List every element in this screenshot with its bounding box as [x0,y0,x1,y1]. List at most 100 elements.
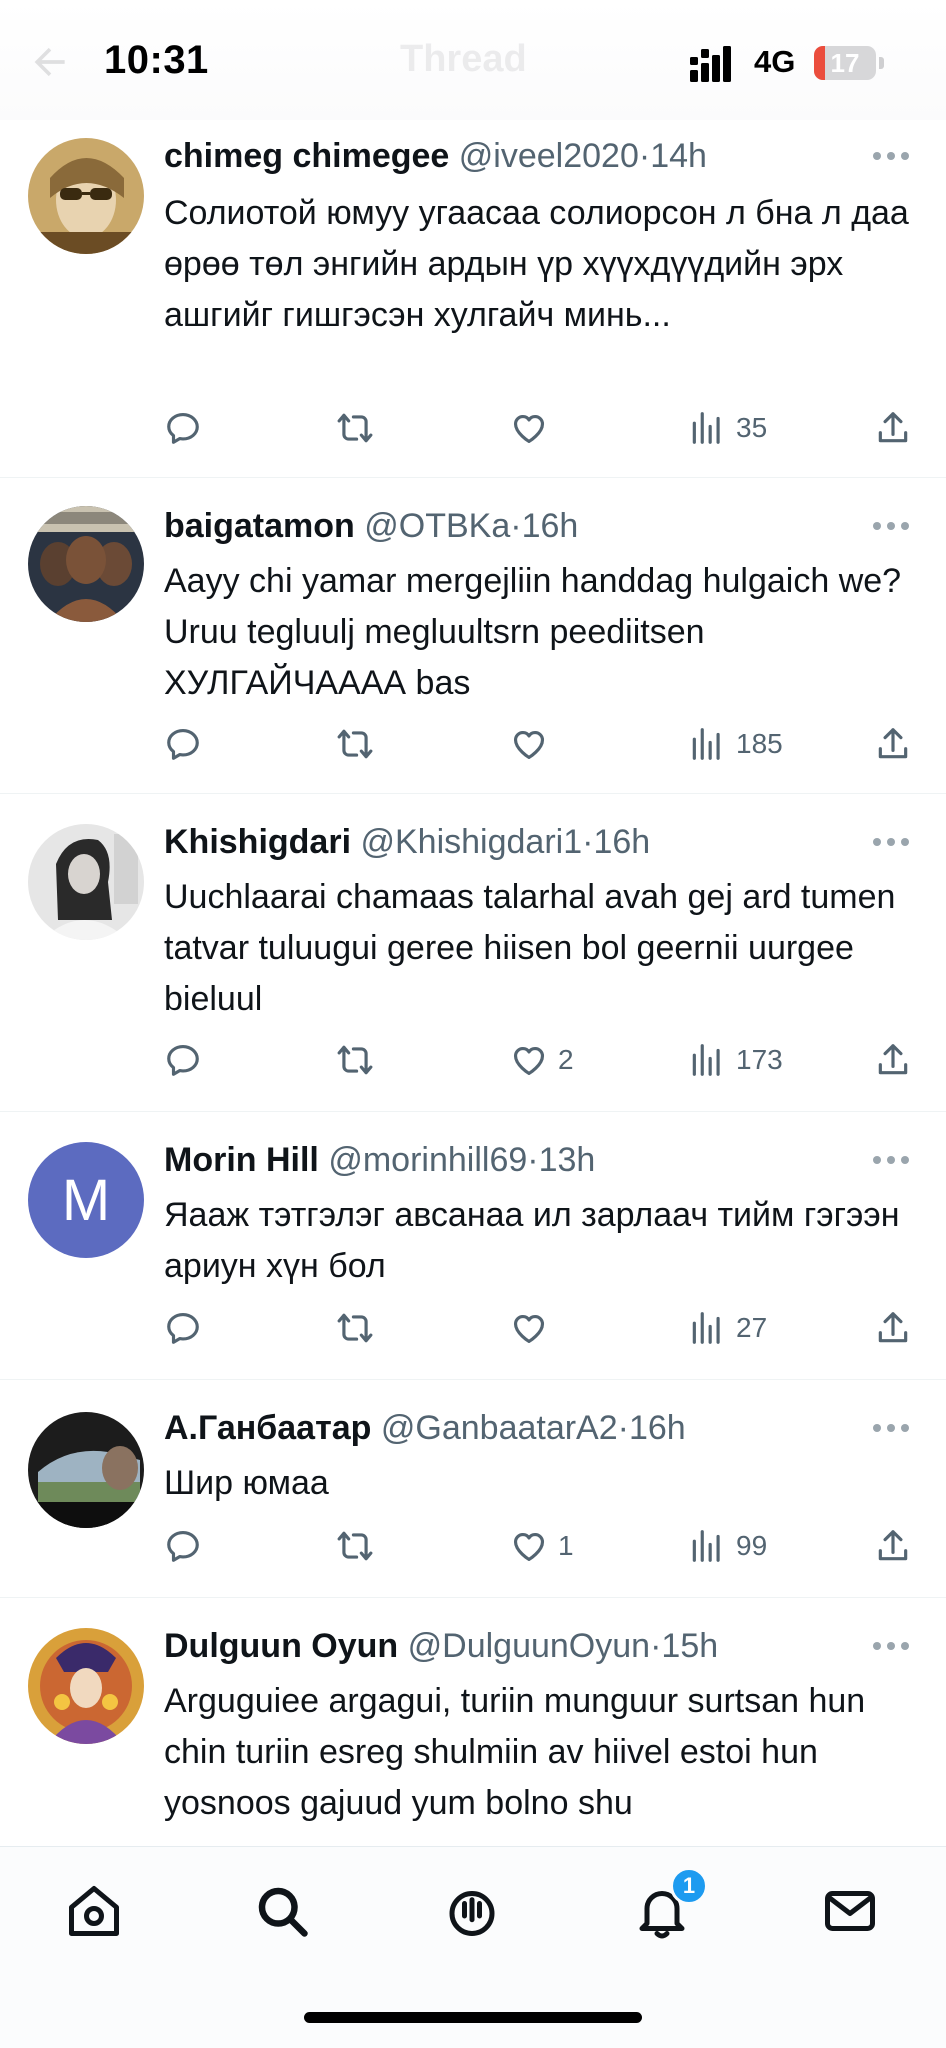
tab-messages[interactable] [820,1881,880,1941]
reply-icon [167,1044,199,1076]
more-options-icon[interactable] [872,1422,910,1434]
user-handle[interactable]: @OTBKa [364,507,510,545]
avatar[interactable] [28,824,144,940]
reply-item[interactable]: baigatamon @OTBKa·16h Aayy chi yamar mer… [0,478,946,794]
display-name[interactable]: Dulguun Oyun [164,1627,398,1665]
more-options-icon[interactable] [872,1640,910,1652]
views-button[interactable]: 35 [688,406,767,450]
network-type: 4G [754,44,796,79]
share-button[interactable] [874,1306,912,1350]
user-handle[interactable]: @DulguunOyun [408,1627,650,1665]
display-name[interactable]: А.Ганбаатар [164,1409,371,1447]
repost-button[interactable] [336,1524,384,1568]
separator: · [650,1627,662,1665]
user-handle[interactable]: @GanbaatarA2 [381,1409,618,1447]
user-handle[interactable]: @Khishigdari1 [360,823,582,861]
reply-button[interactable] [164,406,212,450]
views-button[interactable]: 173 [688,1038,783,1082]
like-button[interactable]: 1 [510,1524,574,1568]
reply-icon [167,1530,199,1562]
action-bar: 35 [164,406,946,450]
avatar[interactable]: M [28,1142,144,1258]
like-button[interactable]: 2 [510,1038,574,1082]
tab-spaces[interactable] [442,1881,502,1941]
views-icon [692,1312,720,1344]
timestamp[interactable]: 15h [661,1627,718,1665]
repost-icon [337,413,373,443]
share-button[interactable] [874,722,912,766]
tab-search[interactable] [252,1881,312,1941]
more-options-icon[interactable] [872,1154,910,1166]
avatar[interactable] [28,1412,144,1528]
reply-button[interactable] [164,1306,212,1350]
timestamp[interactable]: 13h [539,1141,596,1179]
reply-button[interactable] [164,1524,212,1568]
reply-header: chimeg chimegee @iveel2020·14h [164,136,866,176]
home-icon [69,1886,119,1936]
repost-button[interactable] [336,1306,384,1350]
reply-item[interactable]: Dulguun Oyun @DulguunOyun·15h Arguguiee … [0,1598,946,1858]
timestamp[interactable]: 16h [629,1409,686,1447]
avatar[interactable] [28,506,144,622]
display-name[interactable]: Morin Hill [164,1141,319,1179]
user-handle[interactable]: @iveel2020 [459,137,639,175]
repost-icon [337,1531,373,1561]
share-icon [878,1044,908,1075]
more-options-icon[interactable] [872,836,910,848]
messages-icon [825,1891,875,1931]
avatar[interactable] [28,138,144,254]
reply-item[interactable]: chimeg chimegee @iveel2020·14h Солиотой … [0,120,946,478]
back-arrow-icon[interactable] [28,40,72,84]
reply-icon [167,412,199,444]
car-window-landscape-icon [28,1412,144,1528]
screen: Thread 10:31 4G 17 chimeg chimegee @ivee… [0,0,946,2048]
view-count: 99 [736,1530,768,1561]
reply-text: Arguguiee argagui, turiin munguur surtsa… [164,1682,866,1822]
display-name[interactable]: Khishigdari [164,823,351,861]
repost-button[interactable] [336,406,384,450]
display-name[interactable]: baigatamon [164,507,355,545]
more-options-icon[interactable] [872,150,910,162]
views-button[interactable]: 99 [688,1524,767,1568]
reply-item[interactable]: M Morin Hill @morinhill69·13h Яааж тэтгэ… [0,1112,946,1380]
heart-icon [513,1533,545,1562]
user-handle[interactable]: @morinhill69 [328,1141,527,1179]
share-icon [878,1530,908,1561]
notification-badge: 1 [670,1867,708,1905]
reply-header: Dulguun Oyun @DulguunOyun·15h [164,1626,866,1666]
repost-button[interactable] [336,722,384,766]
views-icon [692,728,720,760]
action-bar: 185 [164,722,946,766]
like-button[interactable] [510,406,558,450]
reply-item[interactable]: Khishigdari @Khishigdari1·16h Uuchlaarai… [0,794,946,1112]
reply-item[interactable]: А.Ганбаатар @GanbaatarA2·16h Шир юмаа 1 … [0,1380,946,1598]
tab-home[interactable] [64,1881,124,1941]
share-button[interactable] [874,406,912,450]
share-button[interactable] [874,1524,912,1568]
like-button[interactable] [510,722,558,766]
view-count: 173 [736,1044,783,1075]
share-icon [878,412,908,443]
timestamp[interactable]: 16h [593,823,650,861]
separator: · [510,507,522,545]
action-bar: 1 99 [164,1524,946,1568]
reply-button[interactable] [164,722,212,766]
more-options-icon[interactable] [872,520,910,532]
like-button[interactable] [510,1306,558,1350]
page-title: Thread [400,38,527,80]
timestamp[interactable]: 14h [650,137,707,175]
views-button[interactable]: 185 [688,722,783,766]
reply-button[interactable] [164,1038,212,1082]
reply-header: Morin Hill @morinhill69·13h [164,1140,866,1180]
repost-button[interactable] [336,1038,384,1082]
avatar[interactable] [28,1628,144,1744]
repost-icon [337,1313,373,1343]
views-button[interactable]: 27 [688,1306,767,1350]
home-indicator[interactable] [304,2012,642,2023]
action-bar: 2 173 [164,1038,946,1082]
timestamp[interactable]: 16h [522,507,579,545]
portrait-with-sunglasses-icon [28,138,144,254]
views-icon [692,412,720,444]
display-name[interactable]: chimeg chimegee [164,137,449,175]
share-button[interactable] [874,1038,912,1082]
